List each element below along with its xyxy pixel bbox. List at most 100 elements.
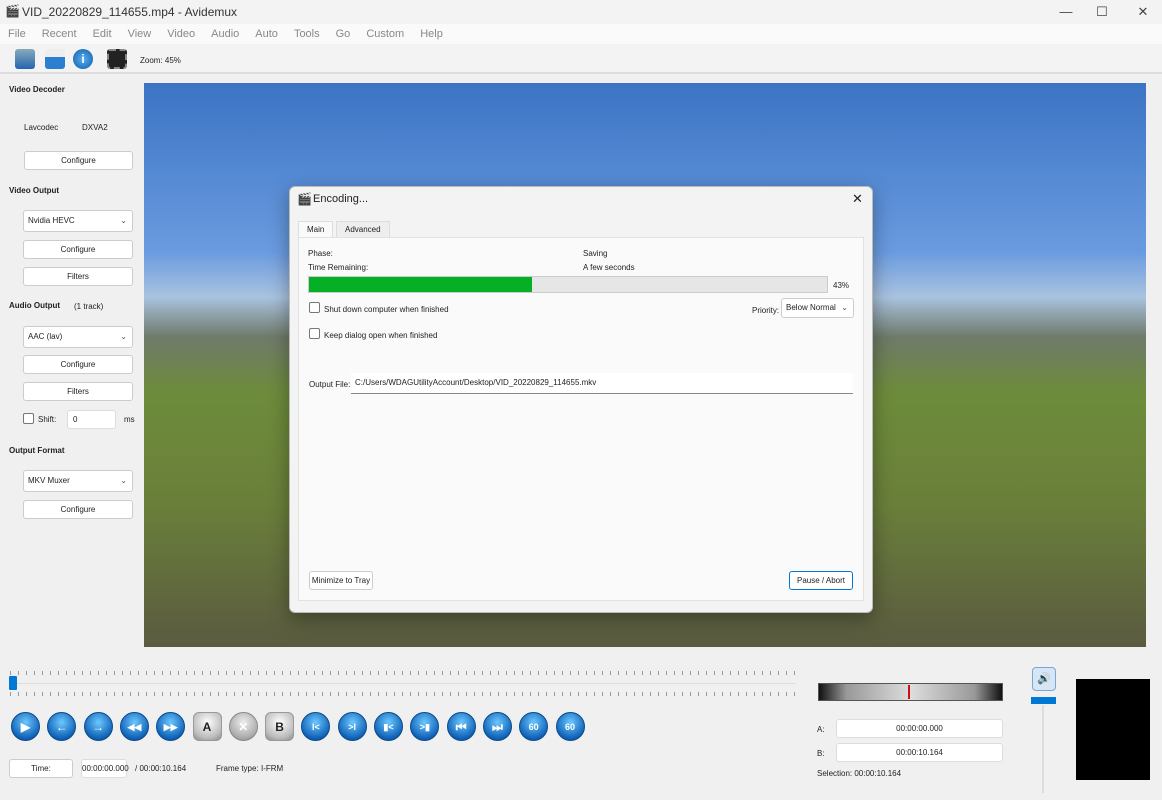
open-file-icon[interactable]	[15, 49, 35, 69]
video-configure-button[interactable]: Configure	[23, 240, 133, 259]
jog-shuttle[interactable]	[818, 683, 1003, 701]
go-last-button[interactable]: ⏭	[482, 712, 512, 741]
timeline-handle[interactable]	[9, 676, 17, 690]
minimize-button[interactable]: —	[1056, 4, 1076, 19]
keep-open-checkbox[interactable]	[309, 328, 320, 339]
menu-tools[interactable]: Tools	[294, 24, 320, 44]
menu-auto[interactable]: Auto	[255, 24, 278, 44]
video-codec-value: Nvidia HEVC	[28, 216, 75, 225]
audio-configure-button[interactable]: Configure	[23, 355, 133, 374]
set-marker-a-button[interactable]: A	[192, 712, 222, 741]
selection-duration: Selection: 00:00:10.164	[817, 769, 902, 778]
previous-frame-button[interactable]: ←	[47, 712, 77, 741]
video-filters-button[interactable]: Filters	[23, 267, 133, 286]
go-marker-a-button[interactable]: I<	[301, 712, 331, 741]
title-bar: 🎬 VID_20220829_114655.mp4 - Avidemux — ☐…	[0, 0, 1162, 24]
audio-codec-select[interactable]: AAC (lav) ⌄	[23, 326, 133, 348]
next-keyframe-button[interactable]: >▮	[410, 712, 440, 741]
time-remaining-label: Time Remaining:	[308, 263, 369, 272]
shift-unit: ms	[124, 415, 135, 424]
back-60-button[interactable]: 60	[519, 712, 549, 741]
volume-slider-handle[interactable]	[1031, 697, 1056, 704]
dialog-title: Encoding...	[313, 193, 369, 205]
pause-abort-button[interactable]: Pause / Abort	[789, 571, 853, 590]
timeline-slider[interactable]	[10, 683, 796, 684]
marker-b-field[interactable]: 00:00:10.164	[836, 743, 1003, 762]
shift-label: Shift:	[38, 415, 57, 424]
chevron-down-icon: ⌄	[120, 332, 127, 341]
timeline-ticks-bottom	[10, 692, 796, 696]
play-button[interactable]: ▶	[11, 712, 40, 741]
muxer-configure-button[interactable]: Configure	[23, 500, 133, 519]
audio-meter	[1076, 679, 1150, 780]
menu-view[interactable]: View	[128, 24, 152, 44]
app-clapper-icon: 🎬	[297, 192, 312, 206]
menu-recent[interactable]: Recent	[42, 24, 77, 44]
marker-a-label: A:	[817, 725, 825, 734]
encoding-dialog: 🎬 Encoding... ✕ Main Advanced Phase: Sav…	[289, 186, 873, 613]
volume-speaker-icon[interactable]: 🔊	[1032, 667, 1056, 691]
muxer-select[interactable]: MKV Muxer ⌄	[23, 470, 133, 492]
audio-filters-button[interactable]: Filters	[23, 382, 133, 401]
minimize-to-tray-button[interactable]: Minimize to Tray	[309, 571, 373, 590]
dialog-close-button[interactable]: ✕	[852, 191, 863, 207]
frame-type-value: I-FRM	[261, 764, 284, 773]
chevron-down-icon: ⌄	[120, 216, 127, 225]
fast-forward-button[interactable]: ▶▶	[156, 712, 186, 741]
progress-bar	[308, 276, 828, 293]
previous-keyframe-button[interactable]: ▮<	[374, 712, 403, 741]
tab-advanced[interactable]: Advanced	[336, 221, 390, 237]
next-frame-button[interactable]: →	[83, 712, 113, 741]
muxer-value: MKV Muxer	[28, 476, 70, 485]
time-remaining-value: A few seconds	[583, 263, 635, 272]
decoder-configure-button[interactable]: Configure	[24, 151, 133, 170]
output-format-title: Output Format	[9, 446, 65, 455]
rewind-button[interactable]: ◀◀	[119, 712, 149, 741]
volume-slider-track[interactable]	[1042, 705, 1044, 793]
marker-b-label: B:	[817, 749, 825, 758]
audio-track-count: (1 track)	[74, 302, 104, 311]
forward-60-button[interactable]: 60	[555, 712, 585, 741]
maximize-button[interactable]: ☐	[1092, 4, 1112, 20]
close-button[interactable]: ✕	[1133, 4, 1153, 20]
phase-value: Saving	[583, 249, 608, 258]
menu-file[interactable]: File	[8, 24, 26, 44]
chevron-down-icon: ⌄	[841, 303, 848, 312]
priority-value: Below Normal	[786, 303, 836, 312]
zoom-level: Zoom: 45%	[140, 56, 181, 65]
app-clapper-icon: 🎬	[5, 4, 20, 18]
audio-output-title: Audio Output	[9, 301, 61, 310]
save-icon[interactable]	[45, 49, 65, 69]
output-file-field[interactable]: C:/Users/WDAGUtilityAccount/Desktop/VID_…	[351, 373, 853, 394]
menu-audio[interactable]: Audio	[211, 24, 239, 44]
current-time-field[interactable]: 00:00:00.000	[81, 759, 129, 778]
shift-value: 0	[73, 415, 78, 424]
menu-edit[interactable]: Edit	[93, 24, 112, 44]
total-time: / 00:00:10.164	[135, 764, 187, 773]
video-decoder-title: Video Decoder	[9, 85, 65, 94]
set-marker-b-button[interactable]: B	[265, 712, 295, 741]
go-marker-b-button[interactable]: >I	[337, 712, 367, 741]
window-title: VID_20220829_114655.mp4 - Avidemux	[22, 5, 238, 19]
shift-checkbox[interactable]	[23, 413, 34, 424]
progress-percent: 43%	[833, 281, 850, 290]
menu-video[interactable]: Video	[167, 24, 195, 44]
marker-a-field[interactable]: 00:00:00.000	[836, 719, 1003, 738]
progress-fill	[309, 277, 532, 292]
menu-custom[interactable]: Custom	[366, 24, 404, 44]
main-tab-panel: Phase: Saving Time Remaining: A few seco…	[298, 237, 864, 601]
shutdown-checkbox[interactable]	[309, 302, 320, 313]
decoder-name: Lavcodec	[24, 123, 59, 132]
delete-button[interactable]: ✕	[228, 712, 258, 741]
tab-main[interactable]: Main	[298, 221, 334, 237]
audio-codec-value: AAC (lav)	[28, 332, 63, 341]
filters-icon[interactable]	[107, 49, 127, 69]
time-button[interactable]: Time:	[9, 759, 73, 778]
menu-go[interactable]: Go	[336, 24, 351, 44]
go-first-button[interactable]: ⏮	[446, 712, 476, 741]
video-codec-select[interactable]: Nvidia HEVC ⌄	[23, 210, 133, 232]
priority-select[interactable]: Below Normal ⌄	[781, 298, 854, 318]
menu-help[interactable]: Help	[420, 24, 443, 44]
shift-input[interactable]: 0	[67, 410, 116, 429]
info-icon[interactable]: i	[73, 49, 93, 69]
